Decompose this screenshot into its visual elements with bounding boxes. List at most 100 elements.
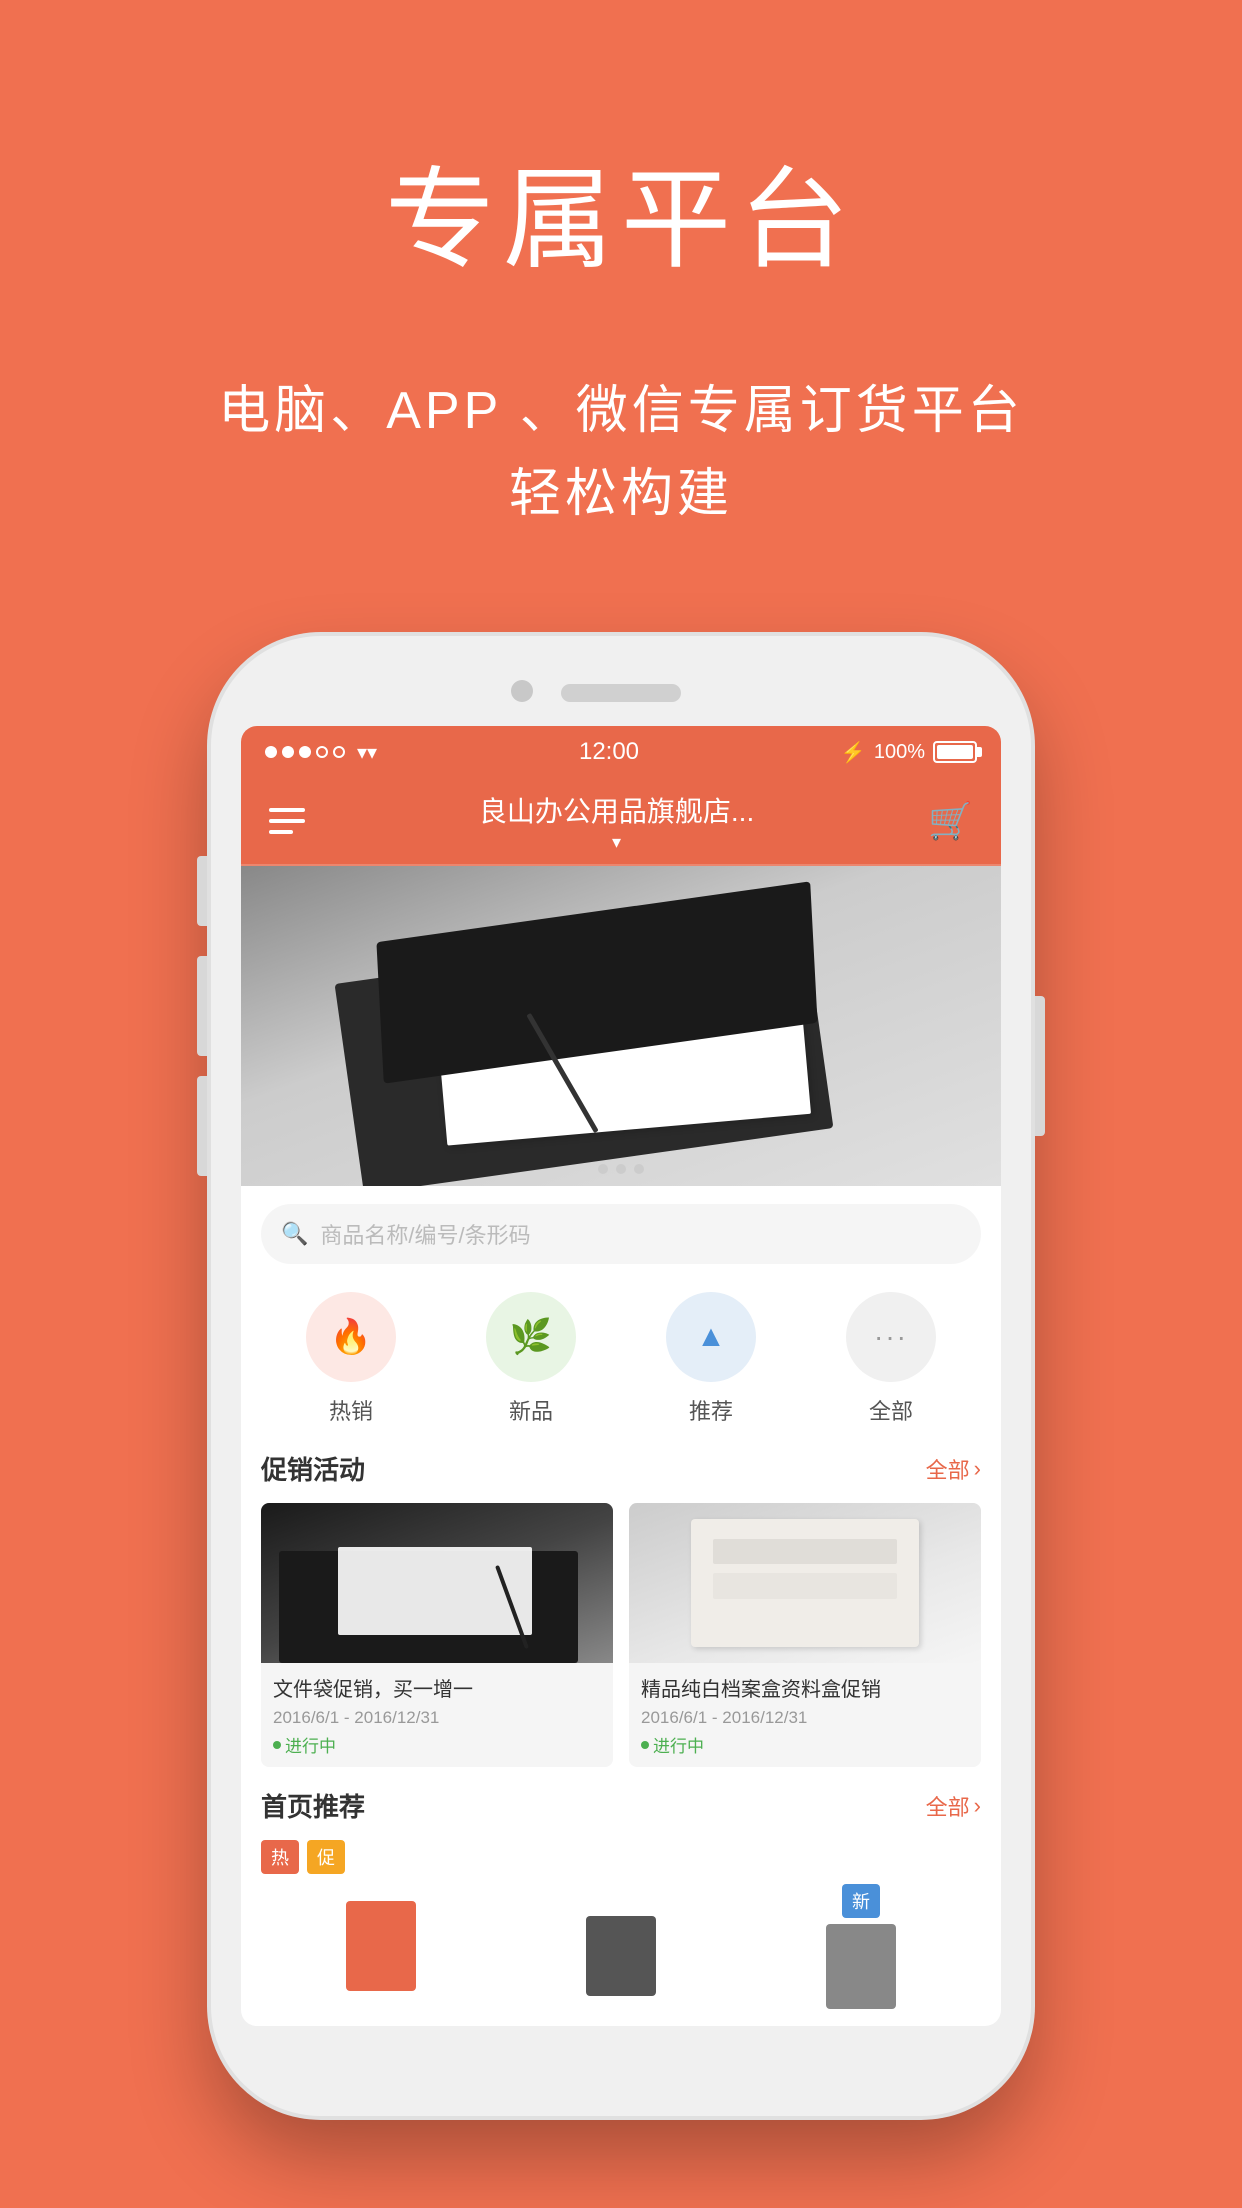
subtitle-line1: 电脑、APP 、微信专属订货平台 [218, 370, 1024, 453]
promotions-more-arrow: › [974, 1456, 981, 1482]
promo-status-1: 进行中 [273, 1732, 336, 1757]
tag-hot: 热 [261, 1840, 299, 1874]
menu-line-2 [269, 819, 305, 823]
category-rec[interactable]: ▲ 推荐 [666, 1292, 756, 1426]
menu-line-1 [269, 808, 305, 812]
promotions-header: 促销活动 全部 › [261, 1450, 981, 1487]
header-subtitle: 电脑、APP 、微信专属订货平台 轻松构建 [218, 370, 1024, 536]
battery-fill [937, 745, 973, 759]
banner-dot-2 [616, 1164, 626, 1174]
recommendations-more-label: 全部 [926, 1790, 970, 1822]
menu-icon[interactable] [269, 808, 305, 834]
category-hot[interactable]: 🔥 热销 [306, 1292, 396, 1426]
battery-icon [933, 741, 977, 763]
promo-img-1 [261, 1503, 613, 1663]
signal-dot-1 [265, 746, 277, 758]
promo-date-row-1: 2016/6/1 - 2016/12/31 [273, 1708, 601, 1728]
product-tags: 热 促 [261, 1840, 981, 1874]
signal-dot-2 [282, 746, 294, 758]
status-right: ⚡ 100% [841, 740, 977, 765]
subtitle-line2: 轻松构建 [218, 453, 1024, 536]
status-left: ▾▾ [265, 740, 377, 765]
category-all-label: 全部 [869, 1394, 913, 1426]
category-all[interactable]: ··· 全部 [846, 1292, 936, 1426]
banner-image [241, 866, 1001, 1186]
product-img-3 [826, 1924, 896, 2009]
wifi-icon: ▾▾ [357, 740, 377, 765]
notebook-sim [317, 890, 925, 1162]
phone-mockup: ▾▾ 12:00 ⚡ 100% [211, 636, 1031, 2116]
search-bar[interactable]: 🔍 商品名称/编号/条形码 [261, 1204, 981, 1264]
status-dot-1 [273, 1741, 281, 1749]
cart-icon[interactable]: 🛒 [928, 800, 973, 842]
recommendations-more-arrow: › [974, 1793, 981, 1819]
product-img-2 [586, 1916, 656, 1996]
page-wrapper: 专属平台 电脑、APP 、微信专属订货平台 轻松构建 [0, 0, 1242, 2208]
more-icon: ··· [874, 1321, 908, 1353]
product-img-1 [346, 1901, 416, 1991]
phone-screen: ▾▾ 12:00 ⚡ 100% [241, 726, 1001, 2026]
search-placeholder: 商品名称/编号/条形码 [320, 1218, 530, 1250]
promo-name-1: 文件袋促销，买一增一 [273, 1673, 601, 1702]
category-rec-circle: ▲ [666, 1292, 756, 1382]
category-new[interactable]: 🌿 新品 [486, 1292, 576, 1426]
lightning-icon: ⚡ [841, 740, 866, 765]
signal-dot-5 [333, 746, 345, 758]
page-title: 专属平台 [385, 130, 857, 290]
promo-info-1: 文件袋促销，买一增一 2016/6/1 - 2016/12/31 进行中 [261, 1663, 613, 1767]
nav-bar: 良山办公用品旗舰店... ▾ 🛒 [241, 778, 1001, 866]
tag-promo: 促 [307, 1840, 345, 1874]
promo-status-text-1: 进行中 [285, 1732, 336, 1757]
volume-down-button [197, 1076, 207, 1176]
promo-status-2: 进行中 [641, 1732, 704, 1757]
tag-new-bottom: 新 [842, 1884, 880, 1918]
volume-up-button [197, 956, 207, 1056]
promo-card-2[interactable]: 精品纯白档案盒资料盒促销 2016/6/1 - 2016/12/31 进行中 [629, 1503, 981, 1767]
promo-status-text-2: 进行中 [653, 1732, 704, 1757]
promotions-title: 促销活动 [261, 1450, 365, 1487]
banner-indicators [598, 1164, 644, 1174]
promo-card-1[interactable]: 文件袋促销，买一增一 2016/6/1 - 2016/12/31 进行中 [261, 1503, 613, 1767]
category-rec-label: 推荐 [689, 1394, 733, 1426]
product-item-2[interactable] [501, 1896, 741, 2016]
category-hot-circle: 🔥 [306, 1292, 396, 1382]
category-row: 🔥 热销 🌿 新品 ▲ 推荐 [241, 1282, 1001, 1450]
recommendations-more-button[interactable]: 全部 › [926, 1790, 981, 1822]
store-title[interactable]: 良山办公用品旗舰店... ▾ [479, 790, 754, 853]
promo-img-2 [629, 1503, 981, 1663]
status-time: 12:00 [579, 738, 639, 766]
signal-dot-3 [299, 746, 311, 758]
promo-date-2: 2016/6/1 - 2016/12/31 [641, 1708, 807, 1728]
promo-info-2: 精品纯白档案盒资料盒促销 2016/6/1 - 2016/12/31 进行中 [629, 1663, 981, 1767]
phone-outer-shell: ▾▾ 12:00 ⚡ 100% [211, 636, 1031, 2116]
category-new-label: 新品 [509, 1394, 553, 1426]
search-icon: 🔍 [281, 1221, 308, 1247]
recommendations-header: 首页推荐 全部 › [261, 1787, 981, 1824]
triangle-icon: ▲ [696, 1320, 726, 1354]
battery-percentage: 100% [874, 741, 925, 764]
promotions-more-label: 全部 [926, 1453, 970, 1485]
promo-name-2: 精品纯白档案盒资料盒促销 [641, 1673, 969, 1702]
product-item-1[interactable] [261, 1886, 501, 2006]
power-button [1035, 996, 1045, 1136]
dropdown-arrow-icon: ▾ [612, 832, 621, 853]
menu-line-3 [269, 830, 293, 834]
leaf-icon: 🌿 [510, 1317, 552, 1357]
promotions-grid: 文件袋促销，买一增一 2016/6/1 - 2016/12/31 进行中 [261, 1503, 981, 1767]
signal-dots [265, 746, 345, 758]
product-item-3[interactable]: 新 [741, 1886, 981, 2006]
banner-dot-3 [634, 1164, 644, 1174]
promo-date-row-2: 2016/6/1 - 2016/12/31 [641, 1708, 969, 1728]
volume-mute-button [197, 856, 207, 926]
signal-dot-4 [316, 746, 328, 758]
promo-date-1: 2016/6/1 - 2016/12/31 [273, 1708, 439, 1728]
category-new-circle: 🌿 [486, 1292, 576, 1382]
promo-status-row-1: 进行中 [273, 1732, 601, 1757]
phone-speaker [561, 684, 681, 702]
banner[interactable] [241, 866, 1001, 1186]
recommendations-section: 首页推荐 全部 › 热 促 [241, 1787, 1001, 2016]
promotions-more-button[interactable]: 全部 › [926, 1453, 981, 1485]
status-dot-2 [641, 1741, 649, 1749]
category-all-circle: ··· [846, 1292, 936, 1382]
promotions-section: 促销活动 全部 › [241, 1450, 1001, 1787]
